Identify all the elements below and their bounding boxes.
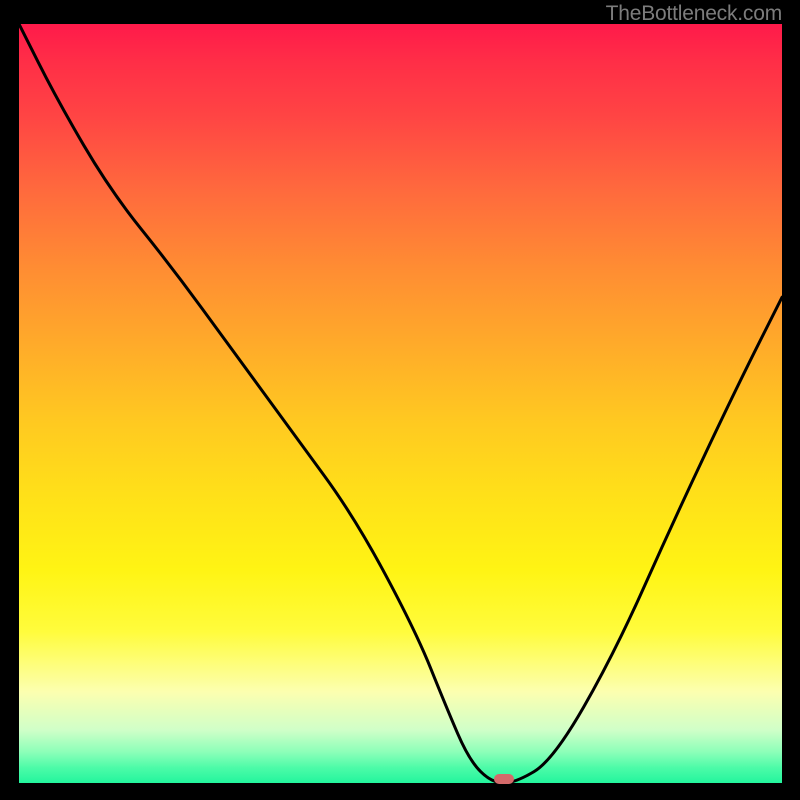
optimal-point-marker <box>494 774 514 784</box>
chart-container: TheBottleneck.com <box>0 0 800 800</box>
bottleneck-curve <box>19 24 782 783</box>
attribution-label: TheBottleneck.com <box>606 2 782 26</box>
plot-area <box>19 24 782 783</box>
